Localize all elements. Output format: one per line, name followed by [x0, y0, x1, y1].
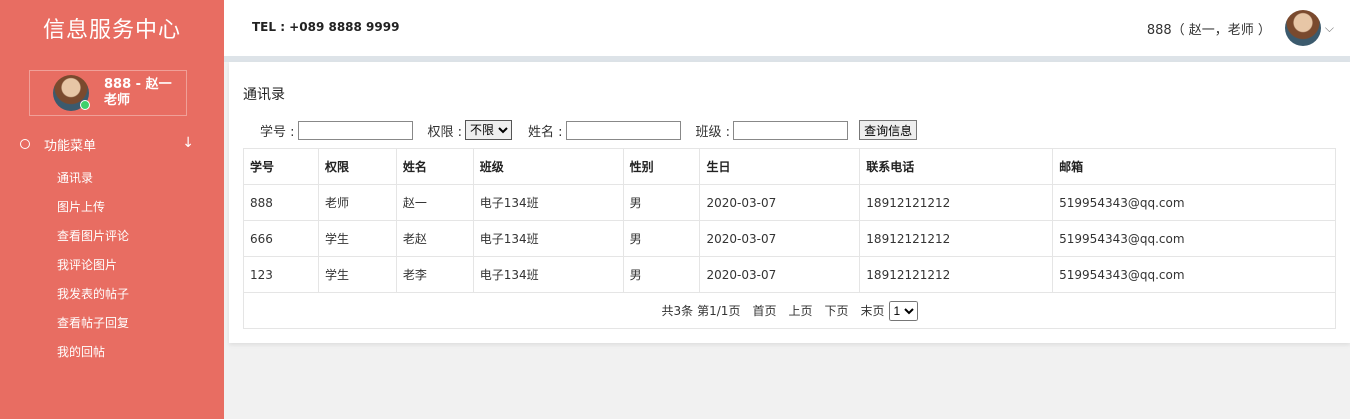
pager-total: 共3条	[661, 304, 694, 318]
table-cell: 老李	[395, 256, 474, 293]
menu-header[interactable]: 功能菜单 ↓	[20, 135, 200, 154]
user-name: 888 - 赵一 老师	[104, 77, 172, 108]
table-cell: 888	[243, 184, 319, 221]
table-cell: 电子134班	[472, 220, 624, 257]
table-cell: 电子134班	[472, 184, 624, 221]
table-cell: 学生	[317, 220, 397, 257]
menu-title: 功能菜单	[44, 138, 97, 154]
table-cell: 男	[622, 220, 701, 257]
user-info-text: 888（ 赵一，老师 ）	[1146, 22, 1271, 38]
table-cell: 2020-03-07	[699, 256, 861, 293]
column-header: 邮箱	[1052, 148, 1336, 185]
table-cell: 123	[243, 256, 319, 293]
sidebar-item-contacts[interactable]: 通讯录	[57, 167, 129, 196]
column-header: 权限	[317, 148, 397, 185]
online-status-icon	[80, 100, 90, 110]
page-title: 通讯录	[243, 87, 285, 103]
table-cell: 666	[243, 220, 319, 257]
table-cell: 18912121212	[859, 220, 1054, 257]
column-header: 学号	[243, 148, 319, 185]
name-label: 姓名 :	[528, 124, 563, 140]
column-header: 生日	[699, 148, 861, 185]
user-card[interactable]: 888 - 赵一 老师	[29, 70, 187, 116]
chevron-down-icon[interactable]: ⌵	[1325, 21, 1334, 36]
table-cell: 老师	[317, 184, 397, 221]
search-form: 学号 : 权限 : 不限 姓名 : 班级 : 查询信息	[260, 120, 918, 140]
table-header-row: 学号 权限 姓名 班级 性别 生日 联系电话 邮箱	[243, 148, 1336, 185]
role-label: 权限 :	[427, 124, 463, 140]
table-cell: 电子134班	[472, 256, 624, 293]
table-cell: 519954343@qq.com	[1052, 220, 1336, 257]
sidebar: 信息服务中心 888 - 赵一 老师 功能菜单 ↓ 通讯录 图片上传 查看图片评…	[0, 0, 224, 419]
pager-prev-link[interactable]: 上页	[788, 302, 812, 319]
class-input[interactable]	[733, 120, 849, 140]
table-cell: 学生	[317, 256, 397, 293]
table-cell: 2020-03-07	[699, 220, 861, 257]
column-header: 联系电话	[859, 148, 1054, 185]
table-cell: 18912121212	[859, 184, 1054, 221]
sidebar-item-my-posts[interactable]: 我发表的帖子	[57, 283, 129, 312]
table-cell: 519954343@qq.com	[1052, 184, 1336, 221]
table-row: 123 学生 老李 电子134班 男 2020-03-07 1891212121…	[243, 256, 1336, 293]
table-cell: 男	[622, 256, 701, 293]
sidebar-item-post-replies[interactable]: 查看帖子回复	[57, 312, 129, 341]
pager-page: 第1/1页	[697, 304, 741, 318]
table-cell: 老赵	[395, 220, 474, 257]
circle-icon	[20, 139, 30, 149]
arrow-down-icon[interactable]: ↓	[182, 135, 194, 151]
contacts-table: 学号 权限 姓名 班级 性别 生日 联系电话 邮箱 888 老师 赵一 电子13…	[243, 148, 1336, 329]
user-menu[interactable]: 888（ 赵一，老师 ） ⌵	[1147, 10, 1334, 46]
class-label: 班级 :	[695, 124, 731, 140]
contacts-panel: 通讯录 学号 : 权限 : 不限 姓名 : 班级 : 查询信息 学号 权限 姓名…	[229, 62, 1350, 343]
name-input[interactable]	[565, 120, 681, 140]
sidebar-item-my-replies[interactable]: 我的回帖	[57, 341, 129, 370]
header-avatar[interactable]	[1284, 10, 1321, 46]
pager-cell: 共3条 第1/1页 首页 上页 下页 末页 1	[243, 292, 1336, 329]
student-id-input[interactable]	[297, 120, 413, 140]
column-header: 姓名	[395, 148, 474, 185]
top-header: TEL : +089 8888 9999 888（ 赵一，老师 ） ⌵	[224, 0, 1350, 56]
pager-next-link[interactable]: 下页	[824, 302, 848, 319]
role-select[interactable]: 不限	[465, 120, 513, 140]
phone-number: TEL : +089 8888 9999	[252, 20, 400, 34]
pager-row: 共3条 第1/1页 首页 上页 下页 末页 1	[243, 292, 1336, 329]
table-cell: 2020-03-07	[699, 184, 861, 221]
column-header: 性别	[622, 148, 701, 185]
table-cell: 519954343@qq.com	[1052, 256, 1336, 293]
table-cell: 赵一	[395, 184, 474, 221]
sidebar-item-my-image-comments[interactable]: 我评论图片	[57, 254, 129, 283]
table-cell: 男	[622, 184, 701, 221]
page-select[interactable]: 1	[888, 300, 918, 321]
sidebar-menu: 通讯录 图片上传 查看图片评论 我评论图片 我发表的帖子 查看帖子回复 我的回帖	[57, 167, 129, 370]
pagination: 共3条 第1/1页 首页 上页 下页 末页 1	[661, 300, 918, 321]
query-button[interactable]: 查询信息	[859, 120, 918, 140]
brand-title: 信息服务中心	[42, 18, 181, 43]
student-id-label: 学号 :	[260, 124, 295, 140]
pager-last-link[interactable]: 末页	[861, 302, 885, 319]
table-cell: 18912121212	[859, 256, 1054, 293]
table-row: 888 老师 赵一 电子134班 男 2020-03-07 1891212121…	[243, 184, 1336, 221]
pager-first-link[interactable]: 首页	[752, 302, 776, 319]
table-row: 666 学生 老赵 电子134班 男 2020-03-07 1891212121…	[243, 220, 1336, 257]
sidebar-item-image-upload[interactable]: 图片上传	[57, 196, 129, 225]
column-header: 班级	[472, 148, 624, 185]
sidebar-item-view-image-comments[interactable]: 查看图片评论	[57, 225, 129, 254]
avatar	[53, 75, 90, 111]
